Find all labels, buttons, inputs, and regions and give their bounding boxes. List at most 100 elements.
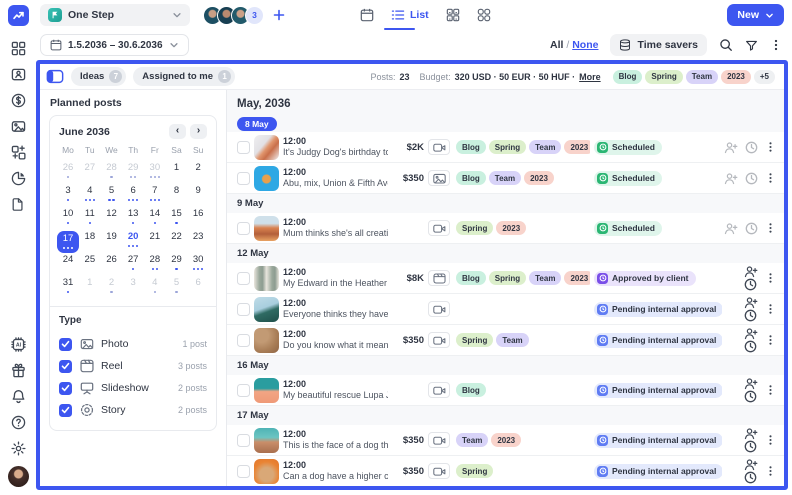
post-thumbnail[interactable] — [254, 328, 279, 353]
date-range-picker[interactable]: 1.5.2036 – 30.6.2036 — [40, 34, 189, 56]
members-count-badge[interactable]: 3 — [245, 6, 264, 25]
tag[interactable]: Team — [686, 70, 718, 84]
calendar-day[interactable]: 28 — [144, 254, 166, 277]
assign-user-button[interactable] — [744, 458, 758, 471]
calendar-day[interactable]: 26 — [57, 162, 79, 185]
tag[interactable]: 2023 — [721, 70, 751, 84]
calendar-day[interactable]: 17 — [57, 231, 79, 253]
tag[interactable]: Spring — [456, 464, 493, 478]
media-library-icon[interactable] — [10, 118, 26, 134]
checkbox[interactable] — [237, 222, 250, 235]
post-row[interactable]: 12:00 This is the face of a dog that h..… — [227, 425, 784, 456]
schedule-button[interactable] — [744, 340, 758, 353]
view-list-button[interactable]: List — [391, 0, 429, 30]
tag[interactable]: 2023 — [496, 221, 526, 235]
search-button[interactable] — [719, 38, 733, 52]
tag[interactable]: Blog — [456, 140, 486, 154]
post-thumbnail[interactable] — [254, 297, 279, 322]
ai-icon[interactable]: AI — [10, 336, 26, 352]
calendar-day[interactable]: 29 — [166, 254, 188, 277]
calendar-day[interactable]: 2 — [187, 162, 209, 185]
post-row[interactable]: 12:00 My Edward in the Heather He is... … — [227, 263, 784, 294]
post-thumbnail[interactable] — [254, 428, 279, 453]
calendar-day[interactable]: 20 — [122, 231, 144, 254]
calendar-day[interactable]: 26 — [101, 254, 123, 277]
type-filter-photo[interactable]: Photo 1 post — [59, 333, 207, 355]
assign-user-button[interactable] — [724, 141, 738, 154]
calendar-day[interactable]: 12 — [101, 208, 123, 231]
calendar-day[interactable]: 10 — [57, 208, 79, 231]
notes-icon[interactable] — [10, 196, 26, 212]
schedule-button[interactable] — [744, 278, 758, 291]
post-row[interactable]: 12:00 Can a dog have a higher consci... … — [227, 456, 784, 486]
calendar-day[interactable]: 30 — [144, 162, 166, 185]
new-button[interactable]: New — [727, 4, 784, 26]
schedule-button[interactable] — [744, 390, 758, 403]
calendar-day[interactable]: 24 — [57, 254, 79, 277]
analytics-icon[interactable] — [10, 170, 26, 186]
calendar-day[interactable]: 22 — [166, 231, 188, 254]
checkbox[interactable] — [237, 334, 250, 347]
checkbox[interactable] — [237, 434, 250, 447]
tag[interactable]: Spring — [489, 271, 526, 285]
calendar-day[interactable]: 6 — [187, 277, 209, 300]
tag[interactable]: 2023 — [491, 433, 521, 447]
calendar-prev-button[interactable]: ‹ — [169, 124, 186, 139]
tag[interactable]: Blog — [456, 271, 486, 285]
calendar-day[interactable]: 23 — [187, 231, 209, 254]
tag[interactable]: 2023 — [524, 171, 554, 185]
calendar-day[interactable]: 3 — [122, 277, 144, 300]
post-menu-button[interactable] — [765, 172, 776, 184]
checkbox[interactable] — [237, 465, 250, 478]
contacts-icon[interactable] — [10, 66, 26, 82]
calendar-day[interactable]: 4 — [79, 185, 101, 208]
tag[interactable]: Spring — [489, 140, 526, 154]
tab-ideas[interactable]: Ideas 7 — [71, 67, 126, 86]
checkbox-checked[interactable] — [59, 382, 72, 395]
filter-button[interactable] — [745, 39, 758, 52]
type-filter-slideshow[interactable]: Slideshow 2 posts — [59, 377, 207, 399]
select-all-link[interactable]: All — [550, 39, 563, 51]
post-menu-button[interactable] — [765, 434, 776, 446]
tag[interactable]: Blog — [456, 383, 486, 397]
checkbox[interactable] — [237, 384, 250, 397]
checkbox-checked[interactable] — [59, 404, 72, 417]
calendar-day[interactable]: 27 — [79, 162, 101, 185]
assign-user-button[interactable] — [724, 222, 738, 235]
tag[interactable]: Team — [529, 271, 561, 285]
tag[interactable]: Spring — [456, 221, 493, 235]
checkbox[interactable] — [237, 272, 250, 285]
post-menu-button[interactable] — [765, 334, 776, 346]
calendar-day[interactable]: 7 — [144, 185, 166, 208]
post-thumbnail[interactable] — [254, 266, 279, 291]
gifts-icon[interactable] — [10, 362, 26, 378]
type-filter-story[interactable]: Story 2 posts — [59, 399, 207, 421]
calendar-day[interactable]: 2 — [101, 277, 123, 300]
post-menu-button[interactable] — [765, 141, 776, 153]
post-row[interactable]: 12:00 Do you know what it means if y... … — [227, 325, 784, 356]
post-thumbnail[interactable] — [254, 216, 279, 241]
checkbox[interactable] — [237, 172, 250, 185]
tag[interactable]: Blog — [456, 171, 486, 185]
checkbox[interactable] — [237, 141, 250, 154]
calendar-day[interactable]: 16 — [187, 208, 209, 231]
schedule-button[interactable] — [745, 141, 758, 154]
calendar-day[interactable]: 21 — [144, 231, 166, 254]
post-thumbnail[interactable] — [254, 166, 279, 191]
post-thumbnail[interactable] — [254, 135, 279, 160]
tag[interactable]: 2023 — [564, 140, 590, 154]
post-row[interactable]: 12:00 Mum thinks she's all creative and … — [227, 213, 784, 244]
calendar-day[interactable]: 13 — [122, 208, 144, 231]
calendar-day[interactable]: 27 — [122, 254, 144, 277]
assign-user-button[interactable] — [744, 296, 758, 309]
calendar-day[interactable]: 31 — [57, 277, 79, 300]
calendar-next-button[interactable]: › — [190, 124, 207, 139]
type-filter-reel[interactable]: Reel 3 posts — [59, 355, 207, 377]
tag[interactable]: Blog — [613, 70, 643, 84]
tag[interactable]: Team — [496, 333, 528, 347]
calendar-day[interactable]: 5 — [101, 185, 123, 208]
calendar-day[interactable]: 3 — [57, 185, 79, 208]
tab-assigned-to-me[interactable]: Assigned to me 1 — [133, 67, 235, 86]
schedule-button[interactable] — [744, 309, 758, 322]
calendar-day[interactable]: 18 — [79, 231, 101, 254]
